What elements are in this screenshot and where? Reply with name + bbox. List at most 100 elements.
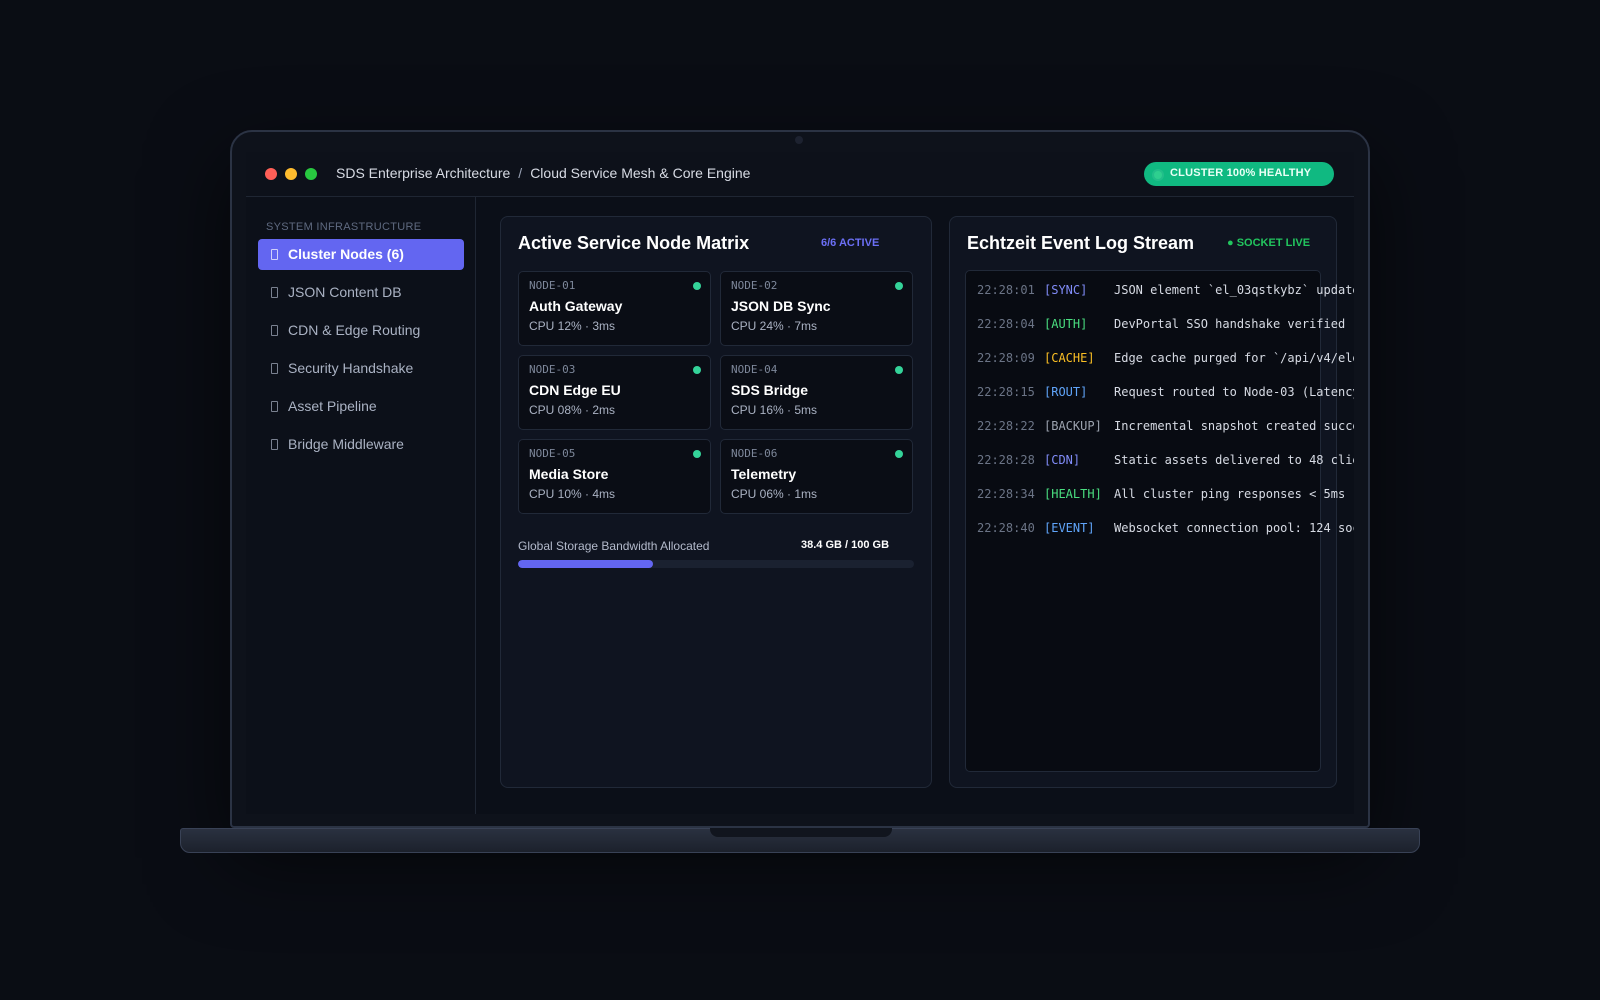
device-icon [271,325,278,336]
log-stream[interactable]: 22:28:01 [SYNC] JSON element `el_03qstkybz… [965,270,1354,772]
status-dot-icon [693,450,701,458]
node-card[interactable]: NODE-04 SDS Bridge CPU 16% · 5ms [720,355,913,430]
sidebar-item-security-handshake[interactable]: Security Handshake [258,353,464,384]
bandwidth-label: Global Storage Bandwidth Allocated [518,539,710,553]
sidebar-item-label: Bridge Middleware [288,436,404,452]
node-id: NODE-02 [731,279,778,292]
node-name: SDS Bridge [731,382,809,398]
log-tag: [SYNC] [1044,283,1088,297]
node-card[interactable]: NODE-05 Media Store CPU 10% · 4ms [518,439,711,514]
maximize-window-button[interactable] [305,168,317,180]
sidebar-heading: SYSTEM INFRASTRUCTURE [266,221,422,233]
log-timestamp: 22:28:09 [977,351,1035,365]
node-metrics: CPU 24% · 7ms [731,319,818,333]
status-dot-icon [895,450,903,458]
node-id: NODE-06 [731,447,778,460]
log-timestamp: 22:28:34 [977,487,1035,501]
sidebar-item-label: JSON Content DB [288,284,402,300]
log-timestamp: 22:28:01 [977,283,1035,297]
node-id: NODE-05 [529,447,576,460]
node-name: JSON DB Sync [731,298,831,314]
status-dot-icon [895,282,903,290]
sidebar-item-label: Security Handshake [288,360,414,376]
log-tag: [ROUT] [1044,385,1088,399]
device-icon [271,287,278,298]
log-message: Websocket connection pool: 124 sockets [1114,521,1354,535]
status-dot-icon [895,366,903,374]
sidebar-item-label: Cluster Nodes (6) [288,246,404,262]
minimize-window-button[interactable] [285,168,297,180]
log-message: All cluster ping responses < 5ms [1114,487,1346,501]
close-window-button[interactable] [265,168,277,180]
sidebar: SYSTEM INFRASTRUCTURE Cluster Nodes (6) … [246,197,476,814]
app-window: SDS Enterprise Architecture / Cloud Servic… [246,152,1354,814]
sidebar-item-cdn-edge-routing[interactable]: CDN & Edge Routing [258,315,464,346]
event-log-panel: Echtzeit Event Log Stream ● SOCKET LIVE … [949,216,1354,788]
bandwidth-value: 38.4 GB / 100 GB [801,539,890,551]
cluster-health-badge: CLUSTER 100% HEALTHY [1144,162,1334,186]
log-message: Request routed to Node-03 (Latency 2.1ms… [1114,385,1354,399]
node-card[interactable]: NODE-01 Auth Gateway CPU 12% · 3ms [518,271,711,346]
log-timestamp: 22:28:22 [977,419,1035,433]
breadcrumb-page: Cloud Service Mesh & Core Engine [530,165,751,181]
log-message: Incremental snapshot created successfull… [1114,419,1354,433]
active-count-badge: 6/6 ACTIVE [821,237,880,249]
node-name: CDN Edge EU [529,382,621,398]
log-message: JSON element `el_03qstkybz` updated [1114,283,1354,297]
bandwidth-progress-bar [518,560,914,568]
log-tag: [CACHE] [1044,351,1095,365]
device-icon [271,363,278,374]
socket-status-badge: ● SOCKET LIVE [1227,237,1311,249]
node-card[interactable]: NODE-06 Telemetry CPU 06% · 1ms [720,439,913,514]
log-viewport: 22:28:01 [SYNC] JSON element `el_03qstkybz… [966,271,1354,773]
log-tag: [EVENT] [1044,521,1095,535]
breadcrumb-app[interactable]: SDS Enterprise Architecture [336,165,510,181]
log-message: DevPortal SSO handshake verified (#8f92) [1114,317,1354,331]
breadcrumb: SDS Enterprise Architecture / Cloud Servic… [336,165,750,181]
device-icon [271,439,278,450]
sidebar-item-label: CDN & Edge Routing [288,322,421,338]
sidebar-item-json-content-db[interactable]: JSON Content DB [258,277,464,308]
panel-title: Echtzeit Event Log Stream [967,233,1195,253]
node-name: Media Store [529,466,609,482]
log-tag: [AUTH] [1044,317,1088,331]
device-icon [271,249,278,260]
status-dot-icon [693,366,701,374]
breadcrumb-separator: / [518,165,523,181]
camera-dot [795,136,803,144]
node-name: Telemetry [731,466,797,482]
node-metrics: CPU 06% · 1ms [731,487,818,501]
sidebar-item-bridge-middleware[interactable]: Bridge Middleware [258,429,464,460]
log-tag: [CDN] [1044,453,1081,467]
sidebar-item-label: Asset Pipeline [288,398,377,414]
node-id: NODE-01 [529,279,576,292]
title-bar: SDS Enterprise Architecture / Cloud Servic… [246,152,1354,197]
node-metrics: CPU 12% · 3ms [529,319,616,333]
sidebar-item-asset-pipeline[interactable]: Asset Pipeline [258,391,464,422]
log-tag: [HEALTH] [1044,487,1102,501]
log-timestamp: 22:28:15 [977,385,1035,399]
sidebar-item-cluster-nodes[interactable]: Cluster Nodes (6) [258,239,464,270]
node-card[interactable]: NODE-02 JSON DB Sync CPU 24% · 7ms [720,271,913,346]
node-metrics: CPU 10% · 4ms [529,487,616,501]
device-icon [271,401,278,412]
log-timestamp: 22:28:04 [977,317,1035,331]
node-id: NODE-04 [731,363,778,376]
node-metrics: CPU 08% · 2ms [529,403,616,417]
node-metrics: CPU 16% · 5ms [731,403,818,417]
bandwidth-progress-fill [518,560,653,568]
node-card[interactable]: NODE-03 CDN Edge EU CPU 08% · 2ms [518,355,711,430]
health-badge-label: CLUSTER 100% HEALTHY [1170,167,1312,179]
log-message: Edge cache purged for `/api/v4/elements` [1114,351,1354,365]
log-timestamp: 22:28:40 [977,521,1035,535]
health-status-icon [1154,171,1162,179]
node-matrix-panel: Active Service Node Matrix 6/6 ACTIVE NO… [500,216,932,788]
log-tag: [BACKUP] [1044,419,1102,433]
laptop-notch [710,828,892,837]
log-timestamp: 22:28:28 [977,453,1035,467]
node-name: Auth Gateway [529,298,623,314]
log-message: Static assets delivered to 48 clients [1114,453,1354,467]
node-id: NODE-03 [529,363,576,376]
panel-title: Active Service Node Matrix [518,233,750,253]
status-dot-icon [693,282,701,290]
